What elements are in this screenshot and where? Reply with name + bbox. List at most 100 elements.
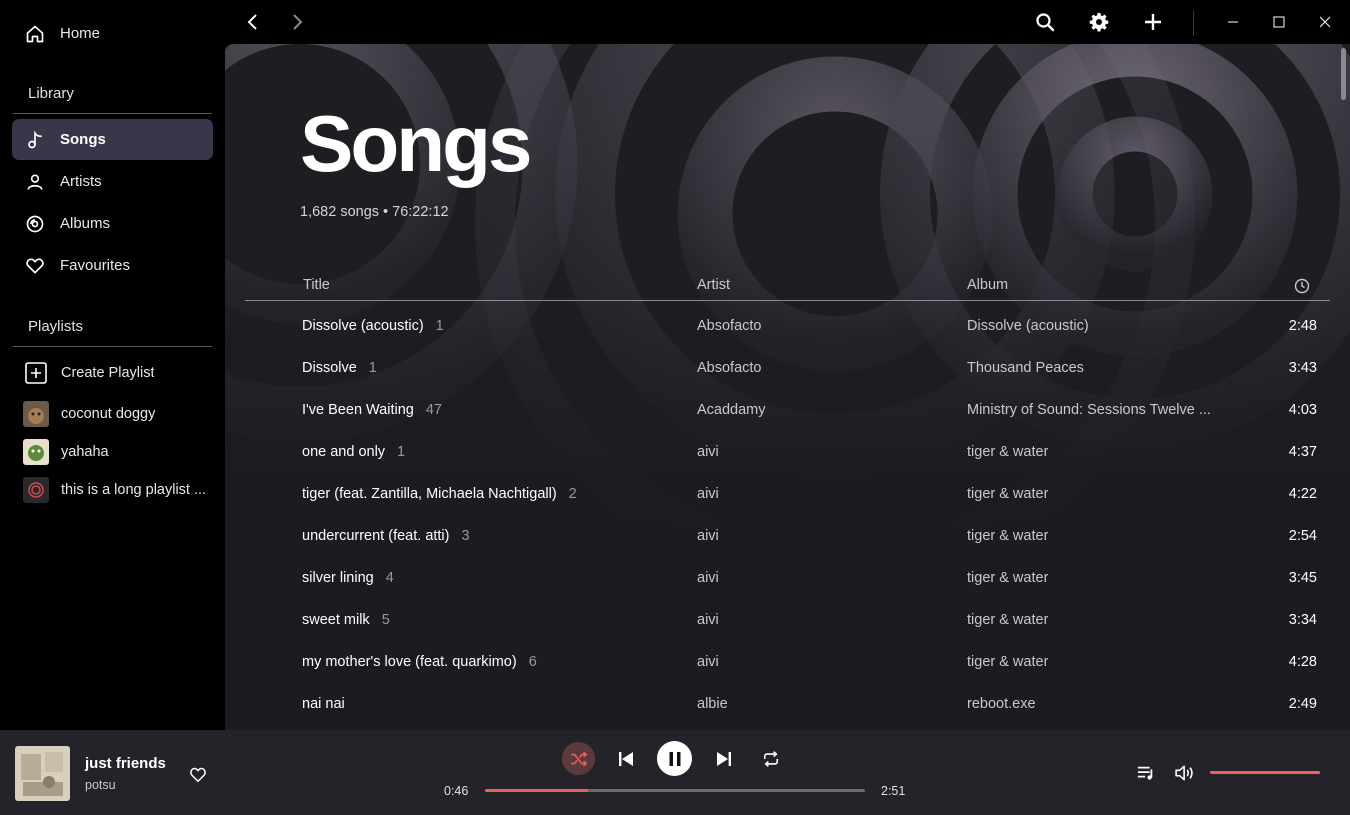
song-title-text: nai nai [302, 696, 345, 712]
playlist-item-yahaha[interactable]: yahaha [12, 434, 213, 470]
create-playlist-button[interactable]: Create Playlist [12, 355, 213, 391]
clock-icon[interactable] [1294, 278, 1310, 298]
track-title[interactable]: just friends [85, 755, 166, 772]
nav-albums[interactable]: Albums [12, 203, 213, 244]
close-icon [1319, 16, 1331, 28]
song-album[interactable]: Ministry of Sound: Sessions Twelve ... [967, 402, 1211, 418]
time-total: 2:51 [881, 784, 906, 798]
song-artist[interactable]: albie [697, 696, 728, 712]
track-number: 2 [568, 486, 577, 502]
disc-icon [24, 213, 46, 235]
volume-slider[interactable] [1210, 771, 1320, 774]
table-row[interactable]: my mother's love (feat. quarkimo) 6 aivi ti… [245, 642, 1330, 684]
like-button[interactable] [185, 761, 211, 787]
song-artist[interactable]: Acaddamy [697, 402, 766, 418]
scrollbar[interactable] [1341, 48, 1346, 100]
song-title-text: my mother's love (feat. quarkimo) [302, 654, 517, 670]
song-artist[interactable]: aivi [697, 444, 719, 460]
track-number: 1 [435, 318, 444, 334]
song-duration: 4:22 [1288, 486, 1317, 502]
song-artist[interactable]: aivi [697, 612, 719, 628]
volume-icon [1175, 765, 1193, 781]
song-title-text: Dissolve [302, 360, 357, 376]
table-row[interactable]: tiger (feat. Zantilla, Michaela Nachtiga… [245, 474, 1330, 516]
song-album[interactable]: tiger & water [967, 612, 1048, 628]
column-header-title[interactable]: Title [303, 277, 330, 293]
song-artist[interactable]: Absofacto [697, 318, 762, 334]
shuffle-button[interactable] [562, 742, 595, 775]
song-album[interactable]: Dissolve (acoustic) [967, 318, 1089, 334]
forward-button[interactable] [280, 4, 316, 40]
column-header-album[interactable]: Album [967, 277, 1008, 293]
settings-button[interactable] [1081, 4, 1117, 40]
song-album[interactable]: tiger & water [967, 654, 1048, 670]
close-button[interactable] [1302, 0, 1348, 44]
skip-back-icon [619, 752, 633, 766]
table-row[interactable]: silver lining 4 aivi tiger & water 3:45 [245, 558, 1330, 600]
table-row[interactable]: nai nai albie reboot.exe 2:49 [245, 684, 1330, 726]
playlist-item-long[interactable]: this is a long playlist ... [12, 472, 213, 508]
song-artist[interactable]: aivi [697, 570, 719, 586]
minimize-icon [1228, 21, 1238, 23]
search-button[interactable] [1027, 4, 1063, 40]
table-row[interactable]: undercurrent (feat. atti) 3 aivi tiger & wa… [245, 516, 1330, 558]
maximize-icon [1273, 16, 1285, 28]
volume-button[interactable] [1172, 760, 1198, 786]
song-artist[interactable]: aivi [697, 528, 719, 544]
table-row[interactable]: sweet milk 5 aivi tiger & water 3:34 [245, 600, 1330, 642]
queue-button[interactable] [1133, 760, 1159, 786]
table-row[interactable]: one and only 1 aivi tiger & water 4:37 [245, 432, 1330, 474]
song-album[interactable]: tiger & water [967, 570, 1048, 586]
track-number: 47 [425, 402, 442, 418]
page-subtitle: 1,682 songs • 76:22:12 [300, 204, 449, 220]
song-album[interactable]: tiger & water [967, 528, 1048, 544]
home-icon [24, 23, 46, 45]
table-row[interactable]: Dissolve (acoustic) 1 Absofacto Dissolve (a… [245, 306, 1330, 348]
player-bar: just friends potsu 0:46 2:51 [0, 730, 1350, 815]
song-duration: 3:34 [1288, 612, 1317, 628]
song-title: tiger (feat. Zantilla, Michaela Nachtiga… [302, 486, 577, 502]
heart-icon [24, 255, 46, 277]
nav-artists-label: Artists [60, 173, 102, 190]
repeat-icon [763, 751, 779, 767]
minimize-button[interactable] [1210, 0, 1256, 44]
song-duration: 4:37 [1288, 444, 1317, 460]
nav-artists[interactable]: Artists [12, 161, 213, 202]
song-artist[interactable]: aivi [697, 486, 719, 502]
back-button[interactable] [234, 4, 270, 40]
song-title: I've Been Waiting 47 [302, 402, 442, 418]
skip-forward-icon [717, 752, 731, 766]
repeat-button[interactable] [757, 745, 785, 773]
playlist-label: this is a long playlist ... [61, 482, 207, 498]
previous-button[interactable] [612, 745, 640, 773]
column-header-artist[interactable]: Artist [697, 277, 730, 293]
song-album[interactable]: Thousand Peaces [967, 360, 1084, 376]
track-artist[interactable]: potsu [85, 778, 116, 792]
nav-home[interactable]: Home [12, 13, 213, 54]
main-content: Songs 1,682 songs • 76:22:12 Title Artis… [225, 44, 1350, 730]
song-duration: 3:43 [1288, 360, 1317, 376]
person-icon [24, 171, 46, 193]
song-album[interactable]: reboot.exe [967, 696, 1036, 712]
maximize-button[interactable] [1256, 0, 1302, 44]
song-artist[interactable]: aivi [697, 654, 719, 670]
queue-icon [1137, 766, 1153, 780]
song-album[interactable]: tiger & water [967, 444, 1048, 460]
song-title-text: silver lining [302, 570, 374, 586]
seek-bar[interactable] [485, 789, 865, 792]
song-album[interactable]: tiger & water [967, 486, 1048, 502]
pause-button[interactable] [657, 741, 692, 776]
playlist-item-coconut-doggy[interactable]: coconut doggy [12, 396, 213, 432]
album-cover[interactable] [15, 746, 70, 801]
song-title-text: tiger (feat. Zantilla, Michaela Nachtiga… [302, 486, 557, 502]
song-artist[interactable]: Absofacto [697, 360, 762, 376]
plus-icon [1145, 14, 1161, 30]
song-title-text: sweet milk [302, 612, 370, 628]
song-duration: 2:49 [1288, 696, 1317, 712]
add-button[interactable] [1135, 4, 1171, 40]
table-row[interactable]: I've Been Waiting 47 Acaddamy Ministry of S… [245, 390, 1330, 432]
nav-favourites[interactable]: Favourites [12, 245, 213, 286]
nav-songs[interactable]: Songs [12, 119, 213, 160]
next-button[interactable] [710, 745, 738, 773]
table-row[interactable]: Dissolve 1 Absofacto Thousand Peaces 3:43 [245, 348, 1330, 390]
